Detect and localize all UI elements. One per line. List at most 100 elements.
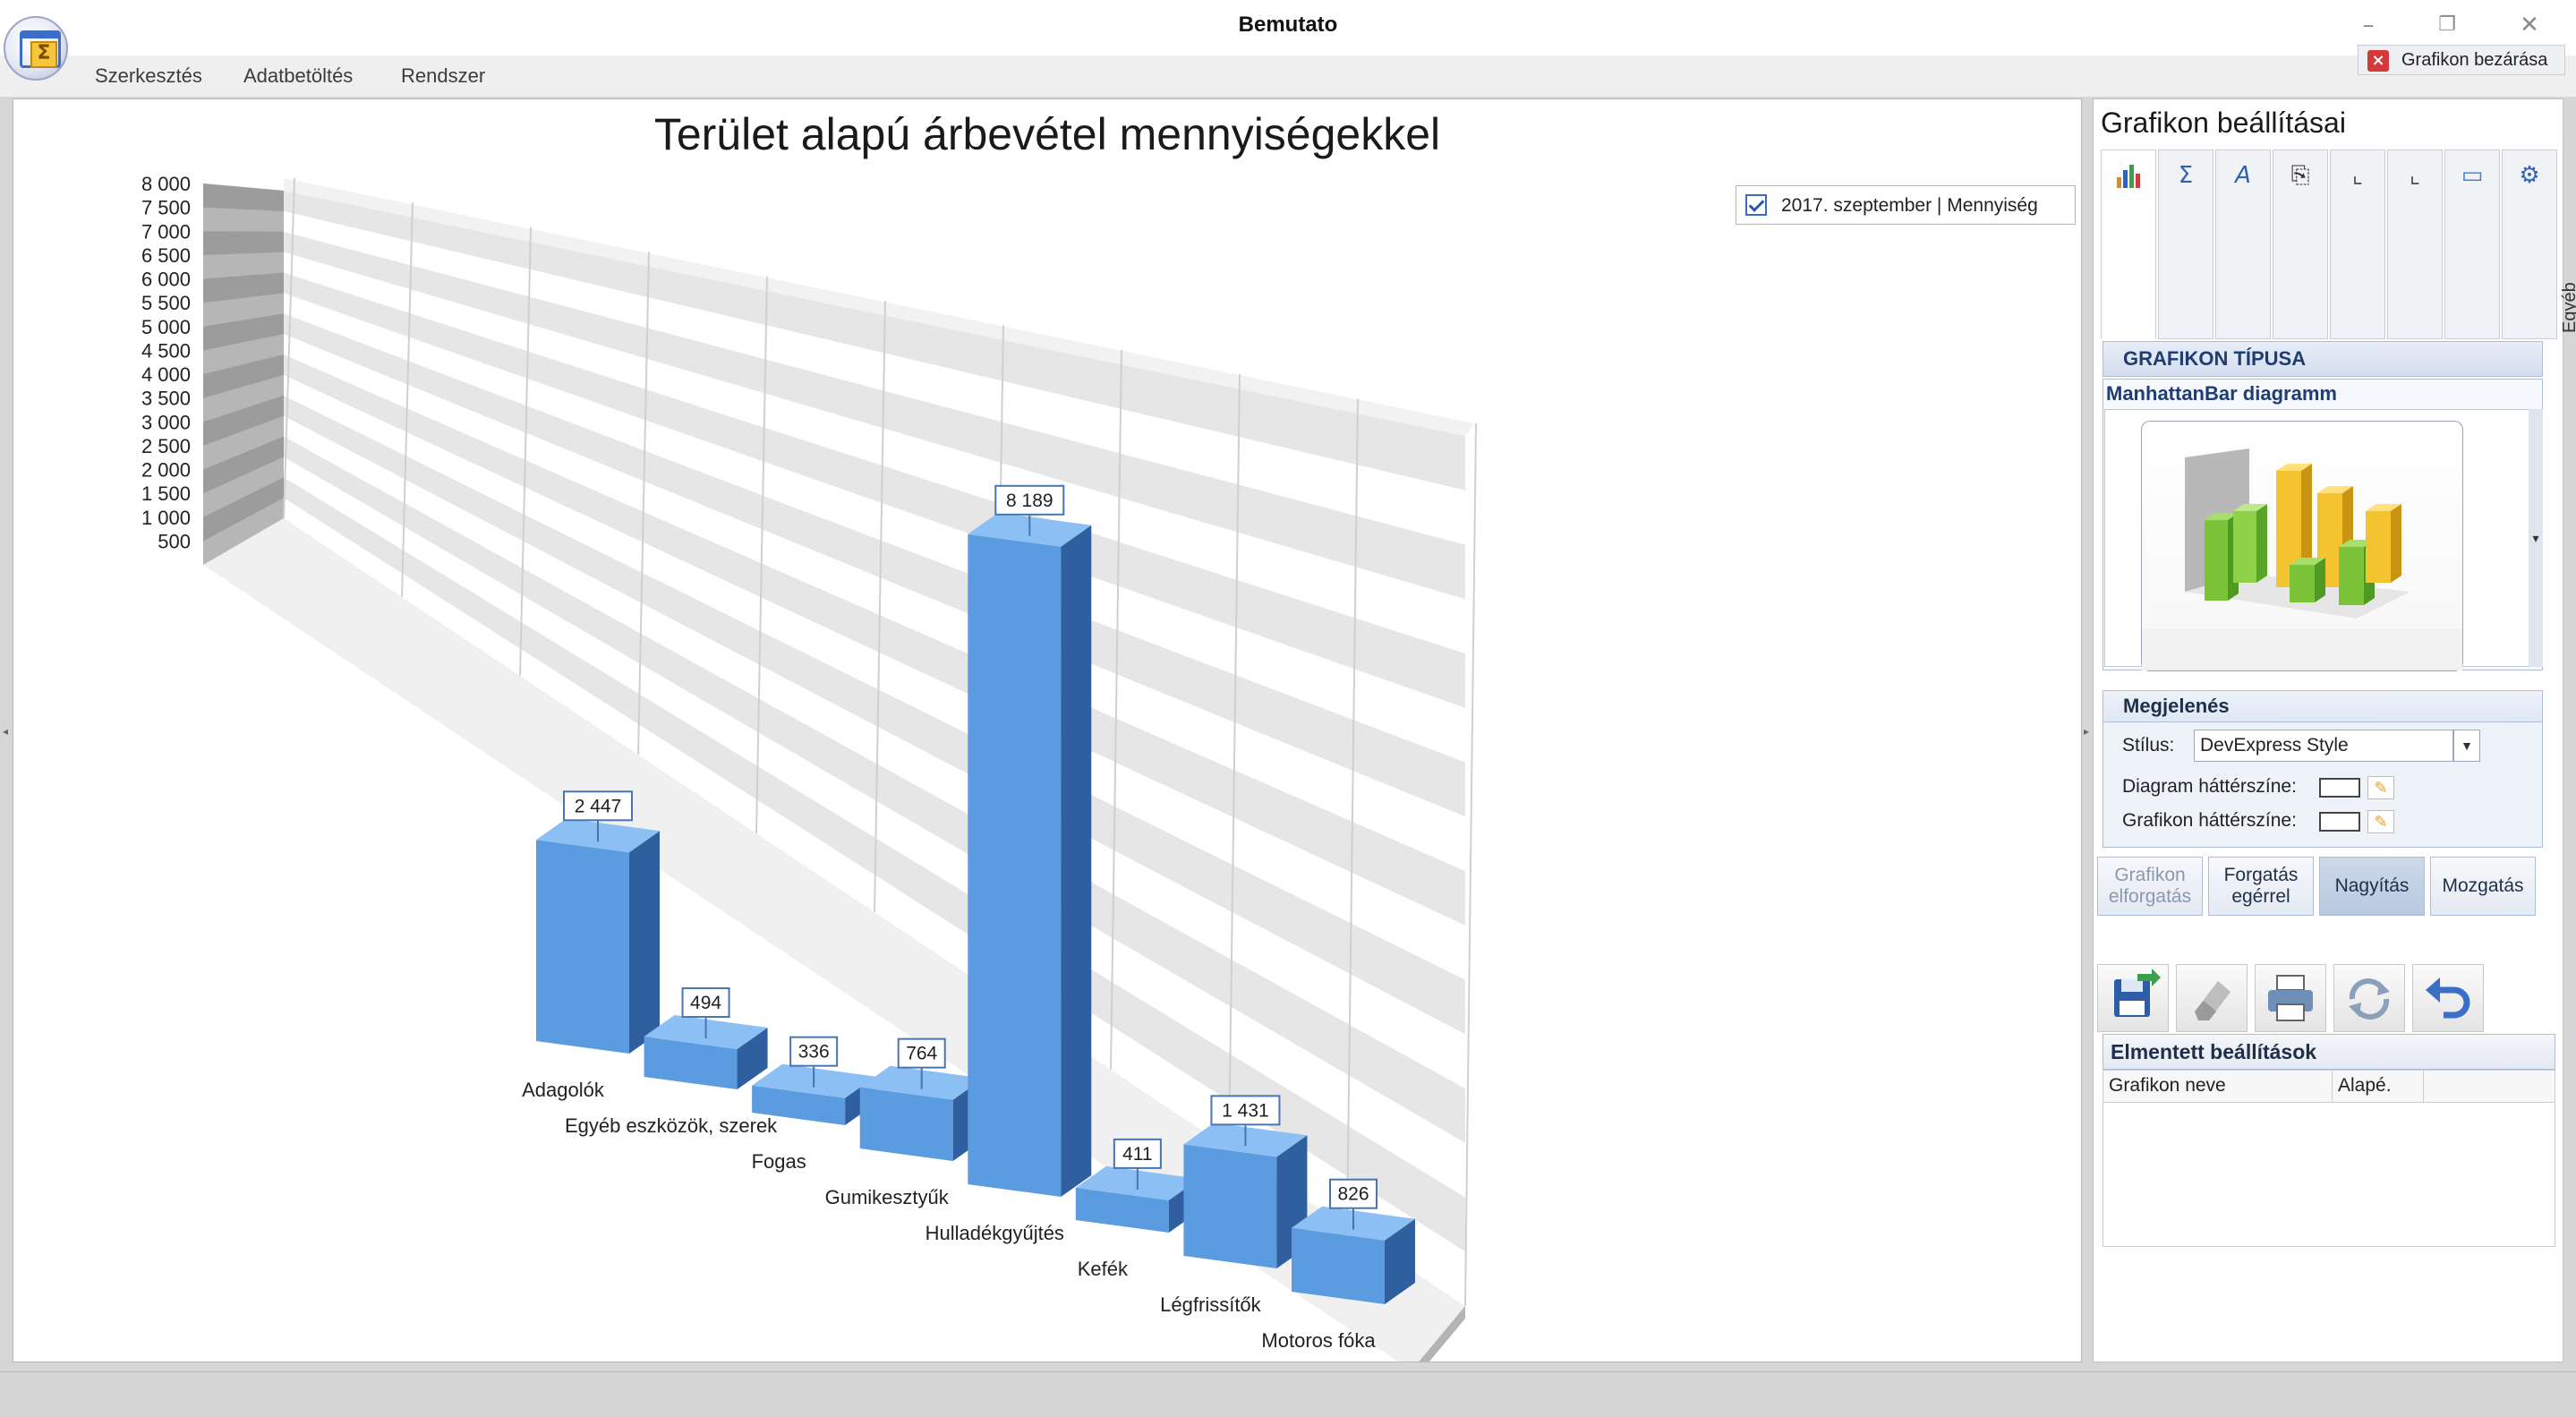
- bar-front-face: [968, 534, 1062, 1197]
- side-wall-band: [203, 207, 284, 232]
- value-label: 494: [690, 993, 721, 1013]
- refresh-button[interactable]: [2333, 964, 2405, 1032]
- chart-bg-swatch[interactable]: [2319, 812, 2360, 832]
- y-tick-label: 2 500: [141, 435, 191, 457]
- y-tick-label: 1 500: [141, 482, 191, 505]
- close-red-icon: ×: [2367, 50, 2389, 72]
- zoom-button[interactable]: Nagyítás: [2319, 857, 2425, 916]
- color-picker-icon[interactable]: ✎: [2367, 776, 2394, 799]
- panel-title: Grafikon beállításai: [2101, 107, 2346, 139]
- chart-canvas: 5001 0001 5002 0002 5003 0003 5004 0004 …: [141, 173, 1477, 1362]
- printer-icon: [2268, 975, 2313, 1021]
- close-window-icon[interactable]: ✕: [2512, 9, 2547, 41]
- chart-title: Terület alapú árbevétel mennyiségekkel: [653, 109, 1441, 159]
- y-tick-label: 4 000: [141, 363, 191, 386]
- minimize-icon[interactable]: –: [2350, 9, 2386, 41]
- tab-ertekek[interactable]: Σ Értékek: [2158, 149, 2236, 339]
- close-chart-label: Grafikon bezárása: [2401, 50, 2548, 70]
- erase-button[interactable]: [2176, 964, 2248, 1032]
- bar-chart-icon: [2114, 161, 2143, 190]
- right-splitter-arrow-icon[interactable]: ▸: [2084, 725, 2089, 738]
- style-dropdown-icon[interactable]: ▼: [2453, 730, 2480, 762]
- tab-jelmagyarazat[interactable]: A Jelmagyarázat: [2215, 149, 2293, 339]
- undo-button[interactable]: [2412, 964, 2484, 1032]
- chart-type-name: ManhattanBar diagramm: [2106, 382, 2337, 405]
- color-picker-icon[interactable]: ✎: [2367, 810, 2394, 833]
- pan-button[interactable]: Mozgatás: [2430, 857, 2536, 916]
- category-label: Motoros fóka: [1261, 1329, 1376, 1352]
- appearance-header: Megjelenés: [2103, 690, 2543, 722]
- chart-settings-panel: Grafikon beállításai Diagram Σ Értékek A…: [2093, 98, 2576, 1362]
- menu-rendszer[interactable]: Rendszer: [401, 64, 485, 88]
- bar-front-face: [536, 840, 629, 1054]
- restore-icon[interactable]: ❐: [2429, 9, 2465, 41]
- value-label: 8 189: [1006, 491, 1053, 511]
- save-icon: [2114, 969, 2161, 1017]
- gallery-dropdown-icon[interactable]: ▾: [2529, 531, 2543, 545]
- tab-y-tengely[interactable]: ⌞ Y tengely: [2387, 149, 2465, 339]
- style-select[interactable]: DevExpress Style: [2194, 730, 2453, 762]
- label-icon: ⎘: [2290, 162, 2310, 189]
- y-tick-label: 3 000: [141, 411, 191, 433]
- y-tick-label: 5 000: [141, 316, 191, 338]
- refresh-icon: [2349, 978, 2390, 1020]
- chart-type-header: GRAFIKON TÍPUSA: [2103, 341, 2543, 377]
- save-button[interactable]: [2097, 964, 2169, 1032]
- legend-checkbox[interactable]: [1745, 194, 1767, 216]
- style-label: Stílus:: [2122, 735, 2175, 755]
- menu-adatbetoltes[interactable]: Adatbetöltés: [243, 64, 353, 88]
- mouse-rotate-button[interactable]: Forgatás egérrel: [2208, 857, 2314, 916]
- x-axis-icon: ⌞: [2351, 162, 2364, 189]
- left-splitter-arrow-icon[interactable]: ◂: [3, 725, 8, 738]
- bar-side-face: [1061, 525, 1092, 1197]
- print-button[interactable]: [2255, 964, 2326, 1032]
- tab-cim-cimkek[interactable]: ⎘ Cím, címkék: [2273, 149, 2350, 339]
- category-label: Gumikesztyűk: [825, 1186, 950, 1208]
- y-tick-label: 6 000: [141, 269, 191, 291]
- speech-bubble-icon: ▭: [2461, 162, 2484, 189]
- tab-egyeb[interactable]: ⚙ Egyéb: [2502, 149, 2576, 339]
- category-label: Adagolók: [522, 1079, 605, 1101]
- value-label: 826: [1337, 1184, 1369, 1205]
- side-wall-band: [203, 231, 284, 255]
- menu-szerkesztes[interactable]: Szerkesztés: [95, 64, 202, 88]
- y-tick-label: 7 000: [141, 220, 191, 243]
- y-tick-label: 1 000: [141, 507, 191, 529]
- value-label: 336: [798, 1042, 830, 1063]
- value-label: 2 447: [575, 796, 622, 816]
- other-settings-icon: ⚙: [2519, 162, 2540, 189]
- y-tick-label: 3 500: [141, 388, 191, 410]
- manhattan-bar-thumbnail[interactable]: [2141, 421, 2463, 671]
- column-header-name[interactable]: Grafikon neve: [2103, 1071, 2333, 1103]
- tab-diagram[interactable]: Diagram: [2101, 149, 2179, 339]
- chart-type-gallery[interactable]: [2104, 409, 2530, 671]
- rotate-chart-button[interactable]: Grafikon elforgatás: [2097, 857, 2203, 916]
- undo-icon: [2426, 977, 2470, 1019]
- diagram-bg-label: Diagram háttérszíne:: [2122, 776, 2297, 797]
- bar-front-face: [1183, 1144, 1277, 1268]
- diagram-bg-swatch[interactable]: [2319, 778, 2360, 798]
- y-tick-label: 5 500: [141, 292, 191, 314]
- column-header-empty: [2424, 1071, 2555, 1103]
- bar-side-face: [629, 831, 660, 1054]
- close-chart-button[interactable]: × Grafikon bezárása: [2358, 45, 2565, 75]
- saved-settings-grid[interactable]: Grafikon neve Alapé.: [2103, 1070, 2555, 1247]
- y-tick-label: 8 000: [141, 173, 191, 195]
- column-header-default[interactable]: Alapé.: [2333, 1071, 2424, 1103]
- y-tick-label: 500: [158, 530, 191, 552]
- tab-szovegdoboz[interactable]: ▭ Szövegdoboz: [2444, 149, 2522, 339]
- category-label: Fogas: [752, 1150, 806, 1173]
- y-tick-label: 6 500: [141, 244, 191, 267]
- tab-x-tengely[interactable]: ⌞ X tengely: [2330, 149, 2408, 339]
- value-label: 411: [1122, 1144, 1152, 1165]
- menu-bar: [0, 55, 2576, 97]
- window-title: Bemutato: [1238, 13, 1338, 37]
- bar-front-face: [1292, 1227, 1385, 1304]
- y-tick-label: 7 500: [141, 197, 191, 219]
- sigma-icon: Σ: [2178, 162, 2194, 189]
- chart-legend[interactable]: 2017. szeptember | Mennyiség: [1736, 185, 2076, 225]
- chart-bg-label: Grafikon háttérszíne:: [2122, 810, 2297, 831]
- manhattan-preview-icon: [2142, 448, 2462, 670]
- app-logo-icon[interactable]: Σ: [4, 16, 68, 81]
- chart-area: 500 1 000 1 500 2 000 2 500 3 000 3 500 4 000 4 …: [13, 98, 2082, 1362]
